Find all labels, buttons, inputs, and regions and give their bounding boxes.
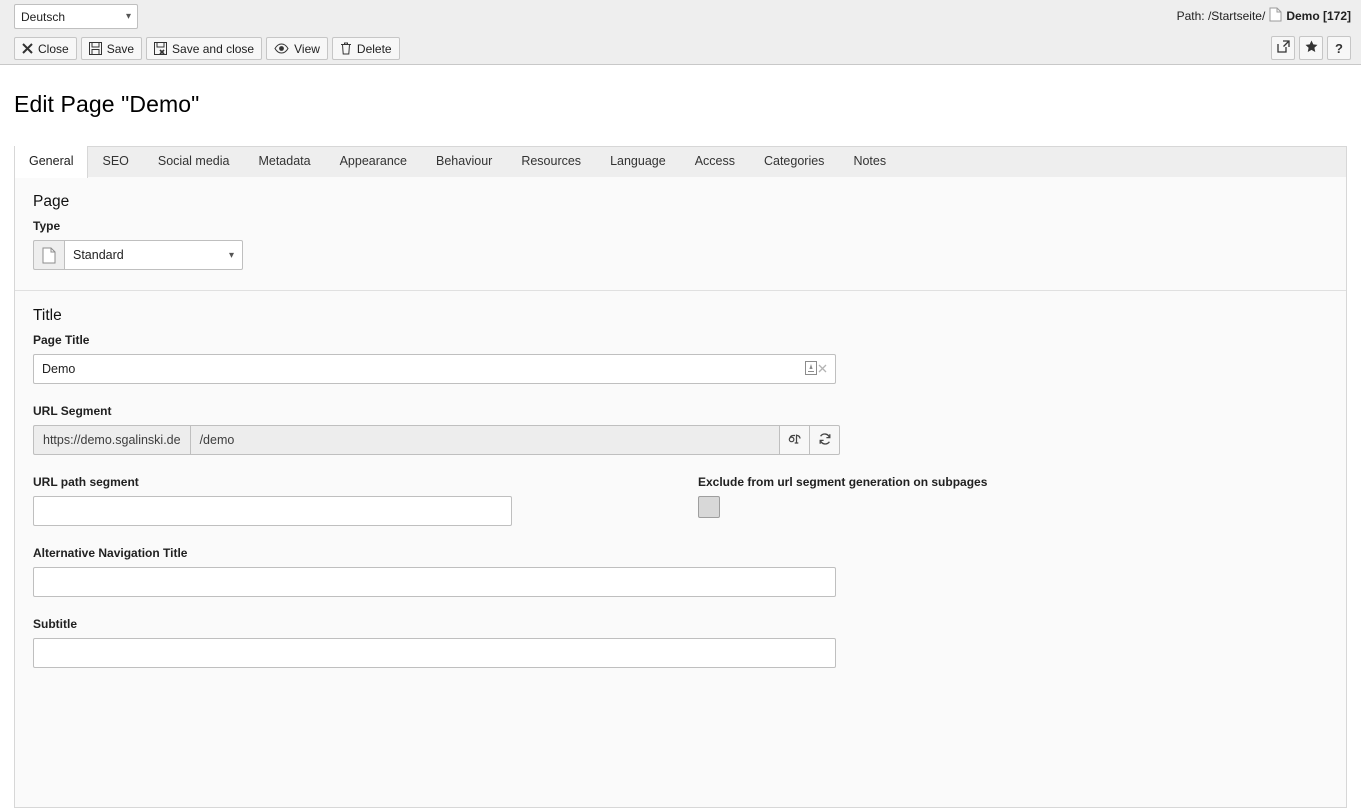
open-in-new-window-button[interactable] xyxy=(1271,36,1295,60)
tab-categories[interactable]: Categories xyxy=(750,146,839,177)
close-icon xyxy=(22,43,33,54)
save-button[interactable]: Save xyxy=(81,37,142,60)
help-button[interactable]: ? xyxy=(1327,36,1351,60)
page-type-label: Type xyxy=(33,219,1328,233)
delete-button[interactable]: Delete xyxy=(332,37,400,60)
url-segment-regenerate-button[interactable] xyxy=(810,425,840,455)
tab-resources-label: Resources xyxy=(521,154,581,168)
page-section: Page Type Standard ▾ xyxy=(15,177,1346,270)
tab-language[interactable]: Language xyxy=(596,146,681,177)
title-section: Title Page Title Demo xyxy=(15,291,1346,668)
external-link-icon xyxy=(1277,40,1290,56)
page-title-field: Page Title Demo xyxy=(33,333,1328,384)
tab-metadata[interactable]: Metadata xyxy=(244,146,325,177)
rtehtmlarea-icon xyxy=(805,361,817,378)
tab-appearance[interactable]: Appearance xyxy=(326,146,422,177)
url-segment-field: URL Segment https://demo.sgalinski.de /d… xyxy=(33,404,1328,455)
tab-social-media[interactable]: Social media xyxy=(144,146,245,177)
tab-general[interactable]: General xyxy=(14,146,88,178)
tab-seo[interactable]: SEO xyxy=(88,146,143,177)
language-select-value: Deutsch xyxy=(21,10,65,24)
page-type-doc-icon xyxy=(33,240,64,270)
tab-general-label: General xyxy=(29,154,73,168)
tab-seo-label: SEO xyxy=(102,154,128,168)
url-segment-prefix: https://demo.sgalinski.de xyxy=(33,425,190,455)
alternative-navigation-title-input[interactable] xyxy=(33,567,836,597)
tab-appearance-label: Appearance xyxy=(340,154,407,168)
url-path-segment-input[interactable] xyxy=(33,496,512,526)
doc-header-button-group: Close Save Save and close View xyxy=(14,37,400,60)
page-title-value: Demo xyxy=(42,362,75,376)
subtitle-input[interactable] xyxy=(33,638,836,668)
tab-behaviour[interactable]: Behaviour xyxy=(422,146,507,177)
subtitle-label: Subtitle xyxy=(33,617,1328,631)
trash-icon xyxy=(340,42,352,55)
tab-social-media-label: Social media xyxy=(158,154,230,168)
title-section-title: Title xyxy=(33,307,1328,325)
clear-icon[interactable] xyxy=(818,362,827,376)
save-and-close-button-label: Save and close xyxy=(172,42,254,56)
save-button-label: Save xyxy=(107,42,134,56)
close-button[interactable]: Close xyxy=(14,37,77,60)
page-type-field: Type Standard ▾ xyxy=(33,219,1328,270)
save-close-icon xyxy=(154,42,167,55)
url-segment-edit-button[interactable] xyxy=(780,425,810,455)
save-icon xyxy=(89,42,102,55)
url-segment-label: URL Segment xyxy=(33,404,1328,418)
page-doc-icon xyxy=(1269,7,1282,25)
tab-notes-label: Notes xyxy=(853,154,886,168)
chevron-down-icon: ▾ xyxy=(229,250,234,261)
page-type-select[interactable]: Standard ▾ xyxy=(64,240,243,270)
breadcrumb-path: Path: /Startseite/ xyxy=(1177,9,1266,23)
breadcrumb-record: Demo [172] xyxy=(1286,9,1351,23)
close-button-label: Close xyxy=(38,42,69,56)
tab-resources[interactable]: Resources xyxy=(507,146,596,177)
general-tab-panel: Page Type Standard ▾ Title xyxy=(14,177,1347,808)
eye-icon xyxy=(274,43,289,54)
url-segment-input[interactable]: /demo xyxy=(190,425,780,455)
page-title: Edit Page "Demo" xyxy=(14,91,1361,118)
view-button-label: View xyxy=(294,42,320,56)
link-edit-icon xyxy=(788,432,802,448)
doc-header: Deutsch ▾ Path: /Startseite/ Demo [172] … xyxy=(0,0,1361,65)
page-title-label: Page Title xyxy=(33,333,1328,347)
tab-language-label: Language xyxy=(610,154,666,168)
page-type-value: Standard xyxy=(73,248,124,262)
chevron-down-icon: ▾ xyxy=(126,12,131,22)
url-path-segment-label: URL path segment xyxy=(33,475,698,489)
url-path-segment-row: URL path segment Exclude from url segmen… xyxy=(33,475,1328,526)
tab-notes[interactable]: Notes xyxy=(839,146,901,177)
page-section-title: Page xyxy=(33,193,1328,211)
exclude-url-segment-label: Exclude from url segment generation on s… xyxy=(698,475,1328,489)
save-and-close-button[interactable]: Save and close xyxy=(146,37,262,60)
question-icon: ? xyxy=(1335,41,1343,56)
view-button[interactable]: View xyxy=(266,37,328,60)
exclude-url-segment-checkbox[interactable] xyxy=(698,496,720,518)
page-title-input[interactable]: Demo xyxy=(33,354,836,384)
subtitle-field: Subtitle xyxy=(33,617,1328,668)
tab-behaviour-label: Behaviour xyxy=(436,154,492,168)
breadcrumb: Path: /Startseite/ Demo [172] xyxy=(1177,7,1351,25)
doc-header-button-row: Close Save Save and close View xyxy=(0,33,1361,64)
language-select[interactable]: Deutsch ▾ xyxy=(14,4,138,29)
delete-button-label: Delete xyxy=(357,42,392,56)
exclude-url-segment-field: Exclude from url segment generation on s… xyxy=(698,475,1328,526)
tab-categories-label: Categories xyxy=(764,154,824,168)
doc-header-top-row: Deutsch ▾ Path: /Startseite/ Demo [172] xyxy=(0,0,1361,33)
refresh-icon xyxy=(818,432,832,449)
tab-metadata-label: Metadata xyxy=(258,154,310,168)
tab-access[interactable]: Access xyxy=(681,146,750,177)
page-title-adornments xyxy=(805,361,827,378)
tab-access-label: Access xyxy=(695,154,735,168)
url-path-segment-field: URL path segment xyxy=(33,475,698,526)
star-icon xyxy=(1305,40,1318,56)
alternative-navigation-title-label: Alternative Navigation Title xyxy=(33,546,1328,560)
alternative-navigation-title-field: Alternative Navigation Title xyxy=(33,546,1328,597)
tab-bar: General SEO Social media Metadata Appear… xyxy=(14,146,1347,177)
bookmark-button[interactable] xyxy=(1299,36,1323,60)
form-container: General SEO Social media Metadata Appear… xyxy=(14,146,1347,808)
doc-header-right-buttons: ? xyxy=(1271,36,1351,60)
